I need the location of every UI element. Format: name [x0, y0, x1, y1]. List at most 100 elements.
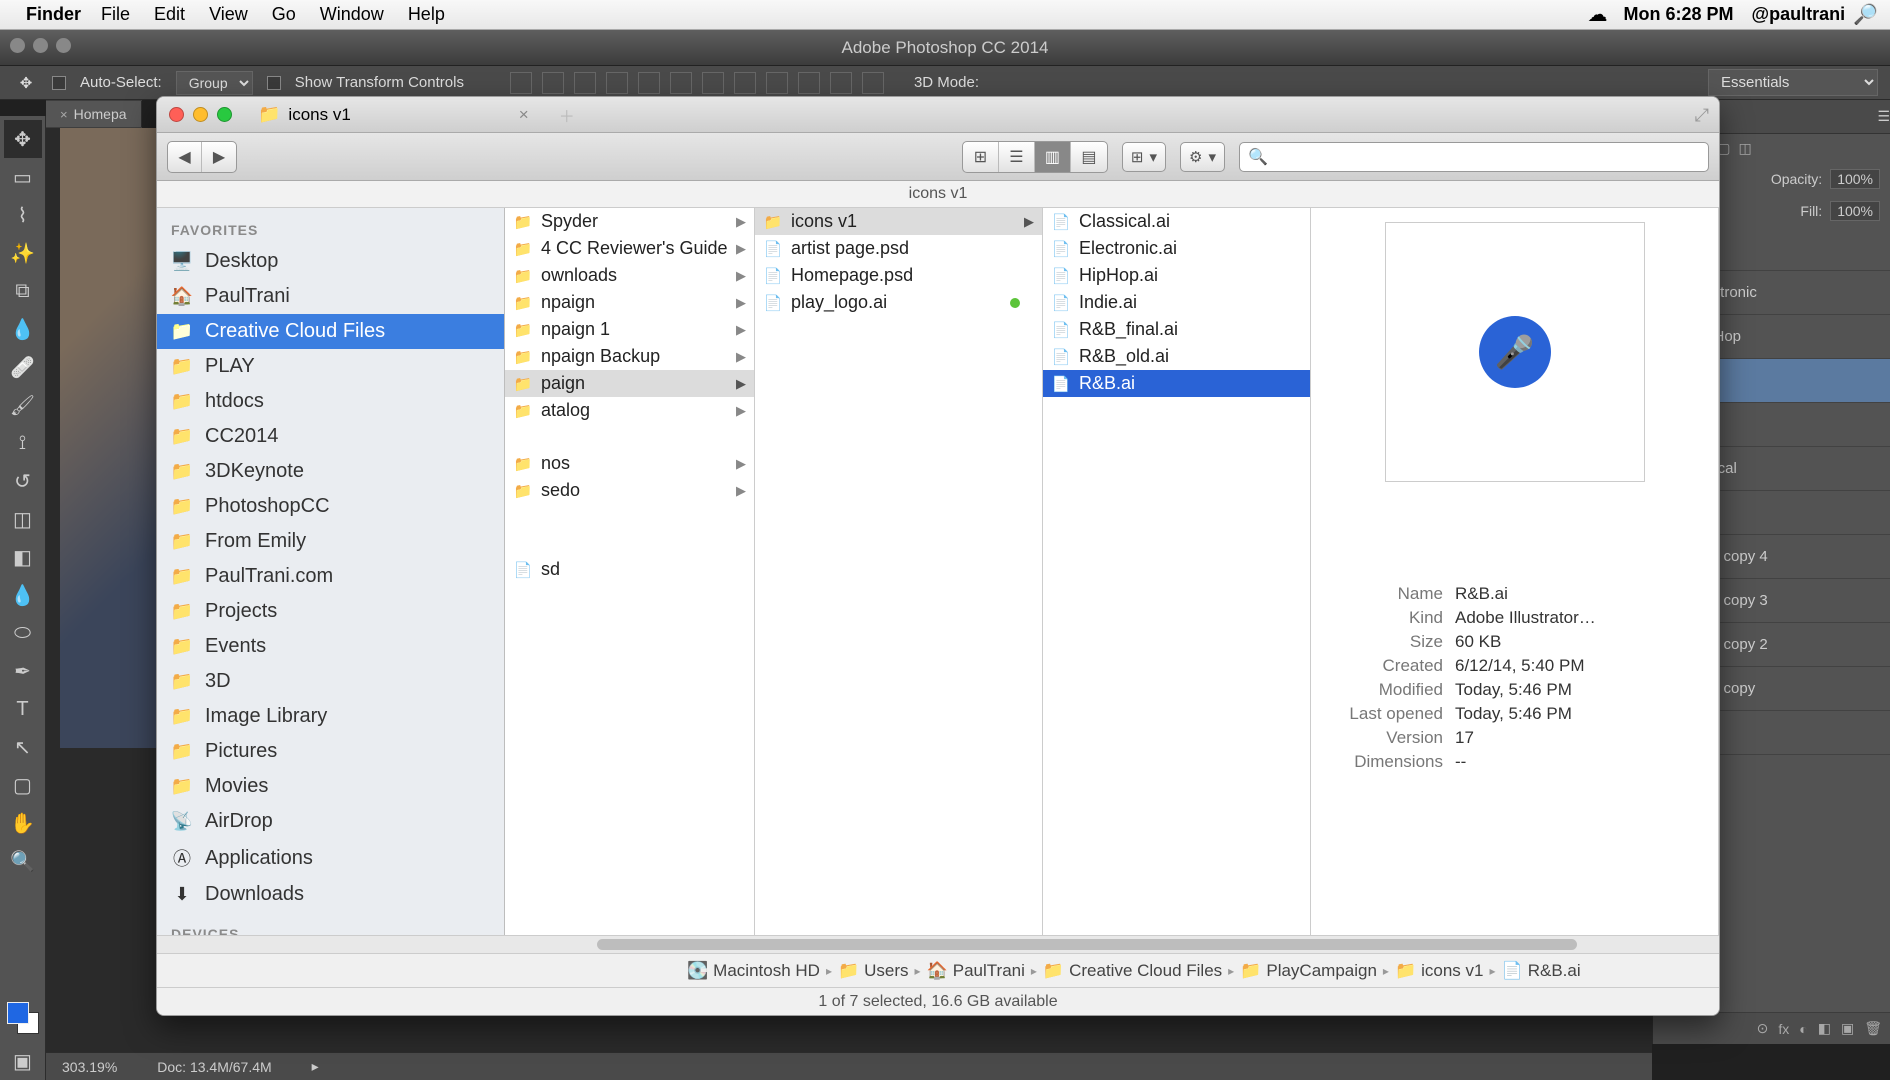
sidebar-item[interactable]: 📁Events: [157, 629, 504, 664]
sidebar-item[interactable]: 📁3D: [157, 664, 504, 699]
column-item[interactable]: 📄R&B_final.ai: [1043, 316, 1310, 343]
panel-menu-icon[interactable]: ☰: [1877, 108, 1890, 125]
path-crumb[interactable]: 📄R&B.ai: [1502, 961, 1581, 981]
ps-traffic-lights[interactable]: [10, 38, 71, 53]
eyedropper-tool[interactable]: 💧: [4, 310, 42, 348]
sidebar-item[interactable]: 📁PLAY: [157, 349, 504, 384]
finder-search[interactable]: 🔍: [1239, 142, 1709, 172]
close-icon[interactable]: ×: [60, 107, 68, 122]
sidebar-item[interactable]: ⬇Downloads: [157, 877, 504, 912]
finder-traffic-lights[interactable]: [169, 107, 232, 122]
close-tab-icon[interactable]: ×: [519, 105, 529, 125]
status-arrow-icon[interactable]: ▸: [312, 1058, 319, 1075]
column-item[interactable]: 📁nos▶: [505, 450, 754, 477]
sidebar-item[interactable]: 🖥️Desktop: [157, 244, 504, 279]
finder-column-1[interactable]: 📁Spyder▶📁4 CC Reviewer's Guide▶📁ownloads…: [505, 208, 755, 935]
column-item[interactable]: [505, 424, 754, 450]
blur-tool[interactable]: 💧: [4, 576, 42, 614]
back-button[interactable]: ◀: [168, 142, 202, 172]
move-tool-icon[interactable]: ✥: [14, 71, 38, 95]
path-tool[interactable]: ↖: [4, 728, 42, 766]
align-icons-group[interactable]: [510, 72, 884, 94]
column-item[interactable]: 📁Spyder▶: [505, 208, 754, 235]
list-view-button[interactable]: ☰: [999, 142, 1035, 172]
brush-tool[interactable]: 🖌: [4, 386, 42, 424]
sidebar-item[interactable]: 📁3DKeynote: [157, 454, 504, 489]
menu-edit[interactable]: Edit: [154, 4, 185, 25]
fill-value[interactable]: 100%: [1830, 201, 1880, 221]
history-brush-tool[interactable]: ↺: [4, 462, 42, 500]
column-item[interactable]: 📄play_logo.ai: [755, 289, 1042, 316]
path-crumb[interactable]: 📁Users: [838, 961, 909, 981]
forward-button[interactable]: ▶: [202, 142, 236, 172]
spotlight-icon[interactable]: 🔎: [1853, 2, 1878, 27]
column-item[interactable]: 📄Electronic.ai: [1043, 235, 1310, 262]
sidebar-item[interactable]: 📁Creative Cloud Files: [157, 314, 504, 349]
eraser-tool[interactable]: ◫: [4, 500, 42, 538]
crop-tool[interactable]: ⧉: [4, 272, 42, 310]
menu-file[interactable]: File: [101, 4, 130, 25]
column-view-button[interactable]: ▥: [1035, 142, 1071, 172]
dodge-tool[interactable]: ⬭: [4, 614, 42, 652]
menubar-clock[interactable]: Mon 6:28 PM: [1624, 4, 1734, 25]
sidebar-item[interactable]: 📁PaulTrani.com: [157, 559, 504, 594]
sidebar-item[interactable]: 📁PhotoshopCC: [157, 489, 504, 524]
doc-tab[interactable]: ×Homepa: [46, 101, 142, 127]
layers-footer[interactable]: ⊙fx◐◧▣🗑: [1653, 1012, 1890, 1044]
arrange-dropdown[interactable]: ⊞▾: [1122, 142, 1166, 172]
zoom-tool[interactable]: 🔍: [4, 842, 42, 880]
menu-go[interactable]: Go: [272, 4, 296, 25]
column-item[interactable]: 📁sedo▶: [505, 477, 754, 504]
sidebar-item[interactable]: ⒶApplications: [157, 839, 504, 877]
fullscreen-icon[interactable]: ⤢: [1695, 105, 1709, 126]
column-item[interactable]: 📄Indie.ai: [1043, 289, 1310, 316]
finder-column-3[interactable]: 📄Classical.ai📄Electronic.ai📄HipHop.ai📄In…: [1043, 208, 1311, 935]
column-item[interactable]: 📁paign▶: [505, 370, 754, 397]
shape-tool[interactable]: ▢: [4, 766, 42, 804]
gradient-tool[interactable]: ◧: [4, 538, 42, 576]
healing-tool[interactable]: 🩹: [4, 348, 42, 386]
show-transform-checkbox[interactable]: [267, 76, 281, 90]
menu-window[interactable]: Window: [320, 4, 384, 25]
auto-select-mode[interactable]: Group: [176, 71, 253, 95]
menubar-user[interactable]: @paultrani: [1752, 4, 1846, 25]
search-input[interactable]: [1274, 148, 1700, 166]
screen-mode-tool[interactable]: ▣: [4, 1042, 42, 1080]
column-item[interactable]: 📄R&B_old.ai: [1043, 343, 1310, 370]
type-tool[interactable]: T: [4, 690, 42, 728]
column-item[interactable]: [505, 530, 754, 556]
sidebar-item[interactable]: 📁htdocs: [157, 384, 504, 419]
path-crumb[interactable]: 🏠PaulTrani: [927, 961, 1025, 981]
pen-tool[interactable]: ✒: [4, 652, 42, 690]
sidebar-item[interactable]: 📁Movies: [157, 769, 504, 804]
column-item[interactable]: 📁4 CC Reviewer's Guide▶: [505, 235, 754, 262]
move-tool[interactable]: ✥: [4, 120, 42, 158]
sidebar-item[interactable]: 📁CC2014: [157, 419, 504, 454]
icon-view-button[interactable]: ⊞: [963, 142, 999, 172]
menu-help[interactable]: Help: [408, 4, 445, 25]
sidebar-item[interactable]: 📁From Emily: [157, 524, 504, 559]
opacity-value[interactable]: 100%: [1830, 169, 1880, 189]
creative-cloud-icon[interactable]: ☁: [1588, 2, 1608, 27]
finder-tab[interactable]: 📁 icons v1 ×: [258, 104, 529, 125]
path-crumb[interactable]: 💽Macintosh HD: [687, 961, 820, 981]
column-item[interactable]: 📄artist page.psd: [755, 235, 1042, 262]
sidebar-item[interactable]: 📡AirDrop: [157, 804, 504, 839]
marquee-tool[interactable]: ▭: [4, 158, 42, 196]
column-item[interactable]: 📄HipHop.ai: [1043, 262, 1310, 289]
path-crumb[interactable]: 📁PlayCampaign: [1240, 961, 1377, 981]
column-item[interactable]: 📁npaign Backup▶: [505, 343, 754, 370]
column-item[interactable]: 📄Classical.ai: [1043, 208, 1310, 235]
menubar-app[interactable]: Finder: [26, 4, 81, 25]
column-item[interactable]: 📄Homepage.psd: [755, 262, 1042, 289]
path-crumb[interactable]: 📁icons v1: [1395, 961, 1484, 981]
path-crumb[interactable]: 📁Creative Cloud Files: [1043, 961, 1222, 981]
zoom-level[interactable]: 303.19%: [62, 1059, 117, 1075]
finder-horizontal-scrollbar[interactable]: [157, 935, 1719, 953]
doc-size[interactable]: Doc: 13.4M/67.4M: [157, 1059, 271, 1075]
action-dropdown[interactable]: ⚙▾: [1180, 142, 1225, 172]
coverflow-view-button[interactable]: ▤: [1071, 142, 1107, 172]
column-item[interactable]: 📄R&B.ai: [1043, 370, 1310, 397]
finder-path-bar[interactable]: 💽Macintosh HD▸📁Users▸🏠PaulTrani▸📁Creativ…: [157, 953, 1719, 987]
column-item[interactable]: 📁npaign▶: [505, 289, 754, 316]
